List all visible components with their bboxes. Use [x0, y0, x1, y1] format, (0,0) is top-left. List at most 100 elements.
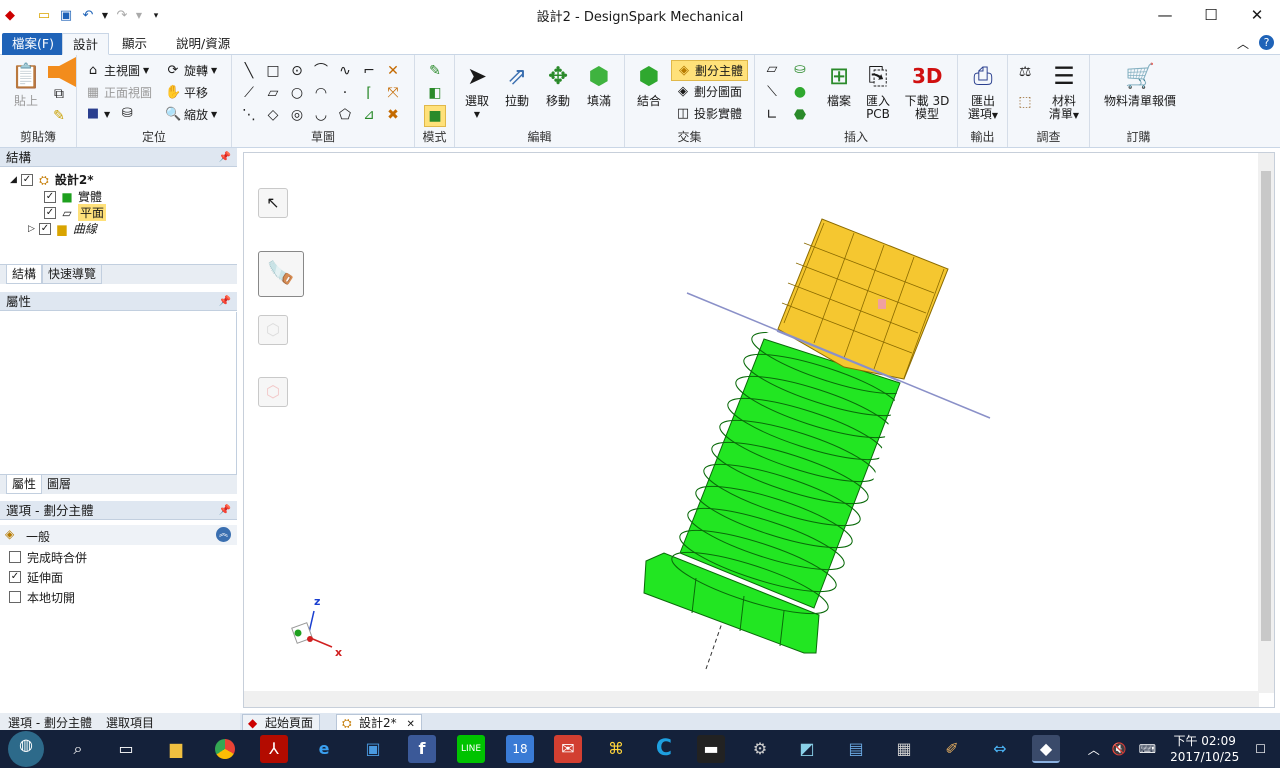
fill-button[interactable]: ⬢ 填滿 [577, 61, 621, 108]
fillet-icon[interactable]: ⌐ [360, 62, 378, 80]
volume-icon[interactable]: 🔇 [1106, 742, 1133, 756]
ellipse-icon[interactable]: ◎ [288, 106, 306, 124]
tab-help[interactable]: 說明/資源 [166, 33, 240, 55]
three-point-circle-icon[interactable]: ○ [288, 84, 306, 102]
close-tab-icon[interactable]: ✕ [406, 719, 414, 730]
task-view-icon[interactable]: ▭ [112, 735, 140, 763]
pin-icon[interactable]: 📌 [219, 148, 231, 167]
terminal-icon[interactable]: ▬ [697, 735, 725, 763]
zoom-button[interactable]: 🔍 縮放 ▼ [165, 106, 217, 123]
pin-icon[interactable]: 📌 [219, 501, 231, 520]
rotate-button[interactable]: ⟳ 旋轉 ▼ [165, 62, 218, 79]
monitor-icon[interactable]: ▤ [842, 735, 870, 763]
select-button[interactable]: ➤ 選取 ▼ [455, 61, 499, 121]
rectangle-icon[interactable]: □ [264, 62, 282, 80]
internet-explorer-icon[interactable]: e [310, 735, 338, 763]
download-3d-button[interactable]: 3D 下載 3D 模型 [901, 61, 953, 121]
doc-tab-design[interactable]: ⛭ 設計2* ✕ [336, 714, 422, 730]
tab-display[interactable]: 顯示 [112, 33, 157, 55]
3d-mode-icon[interactable]: ■ [424, 105, 446, 127]
copy-icon[interactable]: ⧉ [50, 85, 68, 103]
checkbox[interactable]: ✓ [38, 222, 51, 235]
checkbox[interactable] [9, 551, 21, 563]
bill-of-materials-button[interactable]: ☰ 材料 清單▼ [1042, 61, 1086, 122]
gear-app-icon[interactable]: ⚙ [746, 735, 774, 763]
arc-icon[interactable]: ⌒ [312, 62, 330, 80]
format-painter-icon[interactable]: ✎ [50, 107, 68, 125]
split-body-button[interactable]: ◈ 劃分主體 [671, 60, 749, 81]
move-button[interactable]: ✥ 移動 [536, 61, 580, 108]
3d-viewport[interactable]: ↖ 🪚 ⬡ ⬡ z x [243, 152, 1275, 708]
trim-icon[interactable]: ✕ [384, 62, 402, 80]
option-extend-faces[interactable]: ✓ 延伸面 [9, 568, 63, 586]
tangent-arc-icon[interactable]: ◠ [312, 84, 330, 102]
offset-icon[interactable]: ⌈ [360, 84, 378, 102]
spline-icon[interactable]: ∿ [336, 62, 354, 80]
point-icon[interactable]: · [336, 84, 354, 102]
tab-properties[interactable]: 屬性 [6, 475, 43, 494]
tree-item-plane[interactable]: ✓ ▱ 平面 [44, 204, 107, 221]
section-mode-icon[interactable]: ◧ [426, 84, 444, 102]
sphere-icon[interactable]: ● [791, 83, 809, 101]
file-explorer-icon[interactable]: ▆ [162, 735, 190, 763]
option-local-cut[interactable]: 本地切開 [9, 588, 75, 606]
horizontal-scrollbar[interactable] [244, 691, 1259, 707]
teamviewer-icon[interactable]: ⇔ [986, 735, 1014, 763]
export-options-button[interactable]: ⎙ 匯出 選項▼ [961, 61, 1005, 122]
origin-icon[interactable]: ∟ [763, 106, 781, 124]
pan-button[interactable]: ✋ 平移 [165, 84, 208, 101]
designspark-icon[interactable]: ◆ [1032, 735, 1060, 763]
paste-button[interactable]: 📋 貼上 [4, 61, 48, 108]
keyboard-icon[interactable]: ⌨ [1133, 742, 1162, 756]
minimize-button[interactable]: — [1142, 0, 1188, 30]
maximize-button[interactable]: ☐ [1188, 0, 1234, 30]
checkbox[interactable]: ✓ [44, 206, 56, 219]
import-pcb-button[interactable]: ⎘ 匯入 PCB [856, 61, 900, 121]
checkbox[interactable]: ✓ [9, 571, 21, 583]
tab-design[interactable]: 設計 [62, 33, 110, 55]
collapse-section-icon[interactable]: ︽ [216, 527, 231, 542]
shell-icon[interactable]: ⬣ [791, 106, 809, 124]
line-icon[interactable]: ╲ [240, 62, 258, 80]
search-icon[interactable]: ⌕ [64, 735, 92, 763]
front-view-button[interactable]: ▦ 正面視圖 [85, 84, 152, 101]
acrobat-icon[interactable]: ⅄ [260, 735, 288, 763]
app-window-icon[interactable]: ▣ [359, 735, 387, 763]
gmail-icon[interactable]: ✉ [554, 735, 582, 763]
circle-icon[interactable]: ⊙ [288, 62, 306, 80]
paint-icon[interactable]: ✐ [938, 735, 966, 763]
tab-quick-nav[interactable]: 快速導覽 [42, 265, 103, 284]
tree-item-curves[interactable]: ▷ ✓ ▆ 曲線 [28, 220, 97, 237]
tangent-line-icon[interactable]: ⟋ [240, 84, 258, 102]
vertical-scrollbar[interactable] [1258, 153, 1274, 693]
mass-icon[interactable]: ⬚ [1016, 93, 1034, 111]
plane-icon[interactable]: ▱ [763, 60, 781, 78]
three-point-rect-icon[interactable]: ◇ [264, 106, 282, 124]
notifications-icon[interactable]: ☐ [1247, 742, 1280, 756]
collapse-icon[interactable]: ◢ [10, 175, 17, 185]
expand-icon[interactable]: ▷ [28, 224, 35, 234]
polygon-icon[interactable]: ⬠ [336, 106, 354, 124]
axis-icon[interactable]: ⟍ [763, 83, 781, 101]
tree-item-solid[interactable]: ✓ ■ 實體 [44, 188, 102, 205]
pin-icon[interactable]: 📌 [219, 292, 231, 311]
tab-selection[interactable]: 選取項目 [106, 714, 154, 731]
tab-options[interactable]: 選項 - 劃分主體 [8, 714, 92, 731]
pull-button[interactable]: ⇗ 拉動 [495, 61, 539, 108]
clock[interactable]: 下午 02:09 2017/10/25 [1162, 733, 1247, 765]
close-button[interactable]: ✕ [1234, 0, 1280, 30]
tool-app-icon[interactable]: ◩ [793, 735, 821, 763]
start-icon[interactable]: ◍ [8, 731, 44, 767]
calendar-icon[interactable]: 18 [506, 735, 534, 763]
bom-quote-button[interactable]: 🛒 物料清單報價 [1098, 61, 1182, 108]
tab-structure[interactable]: 結構 [6, 265, 43, 284]
collapse-ribbon-icon[interactable]: ︿ [1237, 35, 1249, 52]
line-app-icon[interactable]: LINE [457, 735, 485, 763]
polygon-rect-icon[interactable]: ▱ [264, 84, 282, 102]
scroll-thumb[interactable] [1261, 171, 1271, 641]
c-app-icon[interactable]: C [650, 735, 678, 763]
extend-icon[interactable]: ⤧ [384, 84, 402, 102]
checkbox[interactable]: ✓ [20, 173, 33, 186]
mirror-icon[interactable]: ⊿ [360, 106, 378, 124]
measure-icon[interactable]: ⚖ [1016, 63, 1034, 81]
